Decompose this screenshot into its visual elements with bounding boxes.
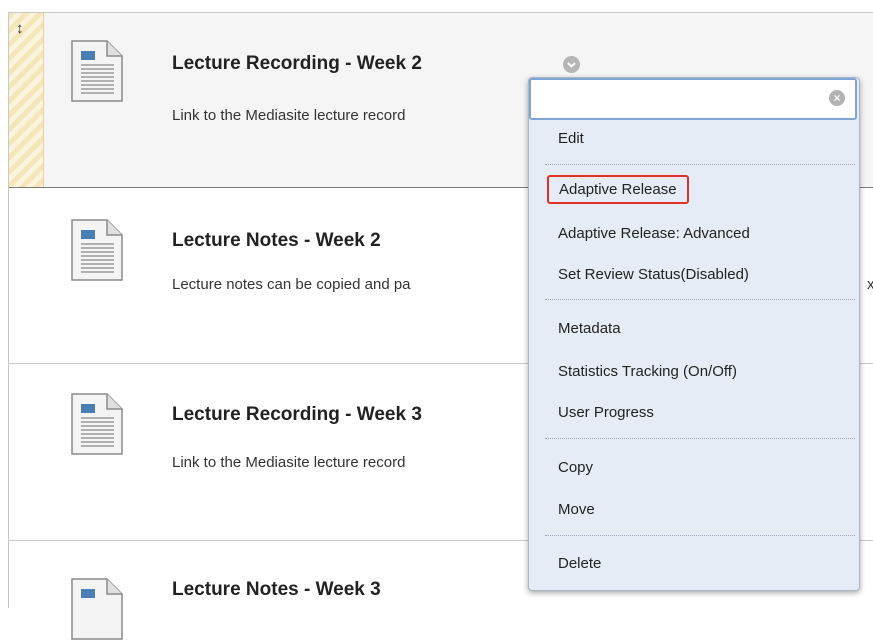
document-icon [71,578,123,640]
close-icon[interactable]: × [829,90,845,106]
menu-item-set-review-status[interactable]: Set Review Status(Disabled) [558,266,749,283]
context-menu-header[interactable]: × [529,78,857,120]
menu-item-adaptive-release-advanced[interactable]: Adaptive Release: Advanced [558,225,750,242]
menu-item-adaptive-release[interactable]: Adaptive Release [547,175,689,204]
menu-item-user-progress[interactable]: User Progress [558,404,654,421]
menu-item-delete[interactable]: Delete [558,555,601,572]
item-description: Link to the Mediasite lecture record [172,454,406,471]
menu-item-copy[interactable]: Copy [558,459,593,476]
item-description: Link to the Mediasite lecture record [172,107,406,124]
item-description: Lecture notes can be copied and pa [172,276,411,293]
menu-separator [545,299,855,300]
menu-item-statistics-tracking[interactable]: Statistics Tracking (On/Off) [558,363,737,380]
menu-item-move[interactable]: Move [558,501,595,518]
item-title[interactable]: Lecture Notes - Week 3 [172,579,381,601]
item-title[interactable]: Lecture Recording - Week 3 [172,404,422,426]
menu-separator [545,438,855,439]
document-icon [71,219,123,281]
document-icon [71,393,123,455]
menu-separator [545,535,855,536]
drag-handle-icon[interactable]: ↕ [16,21,24,36]
clipped-text: x [867,276,873,293]
menu-separator [545,164,855,165]
chevron-down-icon[interactable] [563,56,580,73]
context-menu: × Edit Adaptive Release Adaptive Release… [528,77,860,591]
item-title[interactable]: Lecture Recording - Week 2 [172,53,422,75]
menu-item-metadata[interactable]: Metadata [558,320,621,337]
document-icon [71,40,123,102]
item-title[interactable]: Lecture Notes - Week 2 [172,230,381,252]
menu-item-edit[interactable]: Edit [558,130,584,147]
drag-strip[interactable]: ↕ [9,13,44,187]
